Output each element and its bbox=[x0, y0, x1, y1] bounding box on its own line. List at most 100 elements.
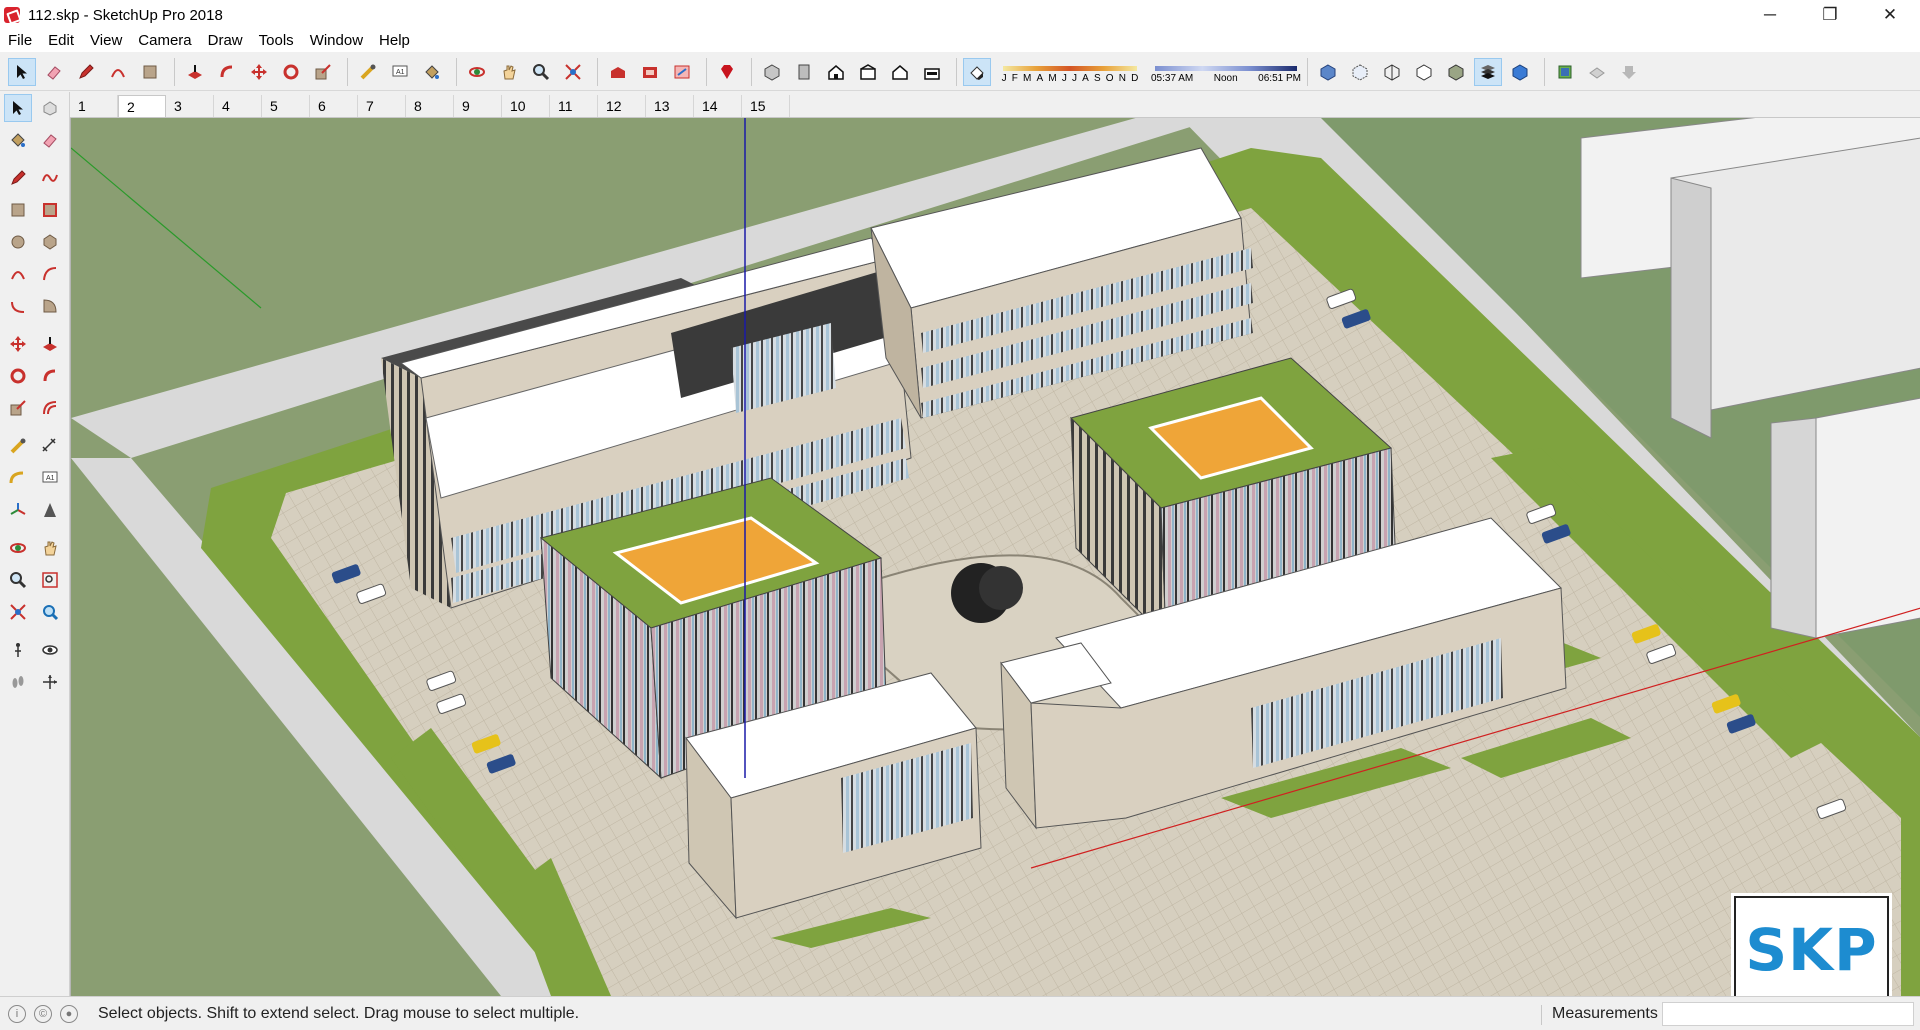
paint-bucket-tool-button[interactable] bbox=[418, 58, 446, 86]
scene-tab-13[interactable]: 13 bbox=[646, 95, 694, 117]
two-point-arc-tool[interactable] bbox=[36, 260, 64, 288]
previous-view-tool[interactable] bbox=[36, 598, 64, 626]
pie-tool[interactable] bbox=[36, 292, 64, 320]
scene-tab-14[interactable]: 14 bbox=[694, 95, 742, 117]
section-plane-tool[interactable] bbox=[36, 668, 64, 696]
shadows-toggle-button[interactable] bbox=[963, 57, 991, 86]
minimize-button[interactable]: ─ bbox=[1740, 0, 1800, 30]
arc-tool[interactable] bbox=[4, 260, 32, 288]
monochrome-button[interactable] bbox=[1506, 58, 1534, 86]
position-camera-tool[interactable] bbox=[4, 636, 32, 664]
follow-me-tool[interactable] bbox=[36, 362, 64, 390]
back-edges-button[interactable] bbox=[1346, 58, 1374, 86]
eraser-tool[interactable] bbox=[36, 126, 64, 154]
text-tool[interactable]: A1 bbox=[36, 464, 64, 492]
line-tool[interactable] bbox=[4, 164, 32, 192]
measurements-input[interactable] bbox=[1662, 1002, 1914, 1026]
pan-tool-button[interactable] bbox=[495, 58, 523, 86]
orbit-tool-button[interactable] bbox=[463, 58, 491, 86]
select-tool[interactable] bbox=[4, 94, 32, 122]
top-view-button[interactable] bbox=[790, 58, 818, 86]
three-point-arc-tool[interactable] bbox=[4, 292, 32, 320]
menu-help[interactable]: Help bbox=[371, 30, 418, 52]
scale-tool[interactable] bbox=[4, 394, 32, 422]
scene-tab-3[interactable]: 3 bbox=[166, 95, 214, 117]
scene-tab-5[interactable]: 5 bbox=[262, 95, 310, 117]
scene-tab-10[interactable]: 10 bbox=[502, 95, 550, 117]
arc-tool-button[interactable] bbox=[104, 58, 132, 86]
push-pull-tool[interactable] bbox=[36, 330, 64, 358]
zoom-tool-button[interactable] bbox=[527, 58, 555, 86]
shadow-month-scale[interactable]: J F M A M J J A S O N D bbox=[999, 58, 1141, 86]
text-tool-button[interactable]: A1 bbox=[386, 58, 414, 86]
scene-tab-12[interactable]: 12 bbox=[598, 95, 646, 117]
close-button[interactable]: ✕ bbox=[1860, 0, 1920, 30]
menu-tools[interactable]: Tools bbox=[251, 30, 302, 52]
tape-measure-tool-button[interactable] bbox=[354, 58, 382, 86]
scale-tool-button[interactable] bbox=[309, 58, 337, 86]
ruby-console-button[interactable] bbox=[713, 58, 741, 86]
scene-tab-9[interactable]: 9 bbox=[454, 95, 502, 117]
zoom-tool[interactable] bbox=[4, 566, 32, 594]
rotated-rectangle-tool[interactable] bbox=[36, 196, 64, 224]
paint-bucket-tool[interactable] bbox=[4, 126, 32, 154]
pan-tool[interactable] bbox=[36, 534, 64, 562]
freehand-tool[interactable] bbox=[36, 164, 64, 192]
front-view-button[interactable] bbox=[822, 58, 850, 86]
eraser-tool-button[interactable] bbox=[40, 58, 68, 86]
extension-warehouse-button[interactable] bbox=[636, 58, 664, 86]
scene-tab-15[interactable]: 15 bbox=[742, 95, 790, 117]
push-pull-tool-button[interactable] bbox=[181, 58, 209, 86]
move-tool-button[interactable] bbox=[245, 58, 273, 86]
scene-tab-6[interactable]: 6 bbox=[310, 95, 358, 117]
3d-text-tool[interactable] bbox=[36, 496, 64, 524]
menu-edit[interactable]: Edit bbox=[40, 30, 82, 52]
section-cuts-button[interactable] bbox=[1583, 58, 1611, 86]
rotate-tool[interactable] bbox=[4, 362, 32, 390]
zoom-extents-tool[interactable] bbox=[4, 598, 32, 626]
credits-icon[interactable]: © bbox=[34, 1004, 52, 1023]
follow-me-tool-button[interactable] bbox=[213, 58, 241, 86]
iso-view-button[interactable] bbox=[758, 58, 786, 86]
user-account-icon[interactable]: ● bbox=[60, 1004, 78, 1023]
move-tool[interactable] bbox=[4, 330, 32, 358]
hidden-line-button[interactable] bbox=[1410, 58, 1438, 86]
menu-window[interactable]: Window bbox=[302, 30, 371, 52]
send-to-layout-button[interactable] bbox=[668, 58, 696, 86]
scene-tab-7[interactable]: 7 bbox=[358, 95, 406, 117]
shaded-textures-button[interactable] bbox=[1474, 57, 1502, 86]
restore-button[interactable]: ❐ bbox=[1800, 0, 1860, 30]
model-viewport[interactable] bbox=[70, 118, 1920, 996]
3d-warehouse-button[interactable] bbox=[604, 58, 632, 86]
xray-button[interactable] bbox=[1314, 58, 1342, 86]
scene-tab-4[interactable]: 4 bbox=[214, 95, 262, 117]
select-tool-button[interactable] bbox=[8, 57, 36, 86]
scene-tab-8[interactable]: 8 bbox=[406, 95, 454, 117]
protractor-tool[interactable] bbox=[4, 464, 32, 492]
shadow-date-slider[interactable]: J F M A M J J A S O N D 05:37 AM Noon 06… bbox=[999, 58, 1301, 86]
shadow-time-slider[interactable]: 05:37 AM Noon 06:51 PM bbox=[1151, 58, 1301, 86]
make-component-tool[interactable] bbox=[36, 94, 64, 122]
geolocation-icon[interactable]: i bbox=[8, 1004, 26, 1023]
axes-tool[interactable] bbox=[4, 496, 32, 524]
walk-tool[interactable] bbox=[4, 668, 32, 696]
menu-draw[interactable]: Draw bbox=[200, 30, 251, 52]
rotate-tool-button[interactable] bbox=[277, 58, 305, 86]
wireframe-button[interactable] bbox=[1378, 58, 1406, 86]
tape-measure-tool[interactable] bbox=[4, 432, 32, 460]
zoom-extents-tool-button[interactable] bbox=[559, 58, 587, 86]
circle-tool[interactable] bbox=[4, 228, 32, 256]
right-view-button[interactable] bbox=[854, 58, 882, 86]
shaded-button[interactable] bbox=[1442, 58, 1470, 86]
offset-tool[interactable] bbox=[36, 394, 64, 422]
scene-tab-1[interactable]: 1 bbox=[70, 95, 118, 117]
orbit-tool[interactable] bbox=[4, 534, 32, 562]
menu-view[interactable]: View bbox=[82, 30, 130, 52]
scene-tab-2[interactable]: 2 bbox=[118, 95, 166, 117]
scene-tab-11[interactable]: 11 bbox=[550, 95, 598, 117]
section-fill-button[interactable] bbox=[1615, 58, 1643, 86]
pencil-tool-button[interactable] bbox=[72, 58, 100, 86]
polygon-tool[interactable] bbox=[36, 228, 64, 256]
rectangle-tool-button[interactable] bbox=[136, 58, 164, 86]
menu-file[interactable]: File bbox=[0, 30, 40, 52]
